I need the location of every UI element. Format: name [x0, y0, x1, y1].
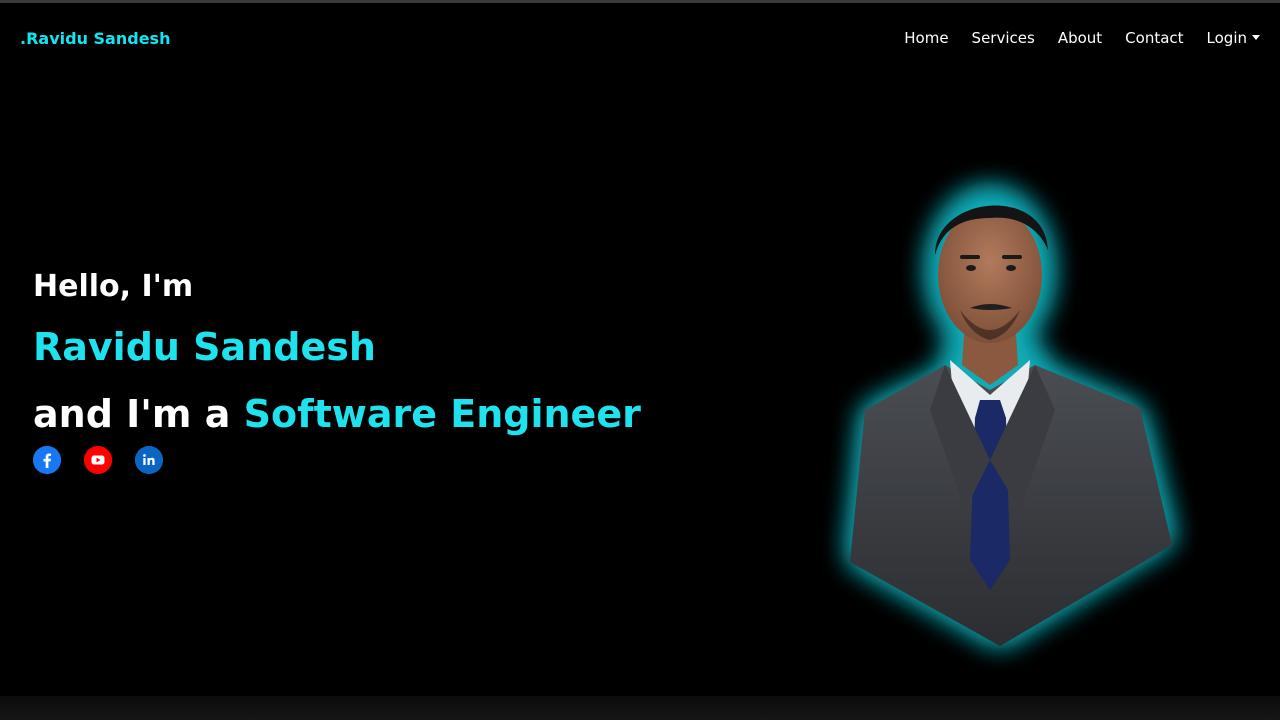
nav-services-link[interactable]: Services [972, 29, 1035, 47]
navbar: .Ravidu Sandesh Home Services About Cont… [0, 3, 1280, 73]
hero-greeting: Hello, I'm [33, 269, 194, 304]
hero-role-line: and I'm a Software Engineer [33, 382, 641, 446]
caret-down-icon [1252, 34, 1260, 40]
nav-login-dropdown[interactable]: Login [1207, 29, 1260, 47]
nav-links: Home Services About Contact Login [881, 29, 1260, 47]
profile-portrait [820, 160, 1200, 670]
hero-section: Hello, I'm Ravidu Sandesh and I'm a Soft… [33, 262, 641, 474]
youtube-icon[interactable] [84, 446, 112, 474]
nav-contact-link[interactable]: Contact [1125, 29, 1183, 47]
social-links [33, 446, 641, 474]
bottom-strip [0, 696, 1280, 720]
brand-logo[interactable]: .Ravidu Sandesh [20, 29, 170, 48]
linkedin-icon[interactable] [135, 446, 163, 474]
nav-home-link[interactable]: Home [904, 29, 948, 47]
role-prefix: and I'm a [33, 392, 231, 436]
login-label: Login [1206, 29, 1247, 47]
hero-role: Software Engineer [243, 392, 641, 436]
nav-about-link[interactable]: About [1058, 29, 1102, 47]
hero-name: Ravidu Sandesh [33, 325, 376, 369]
facebook-icon[interactable] [33, 446, 61, 474]
